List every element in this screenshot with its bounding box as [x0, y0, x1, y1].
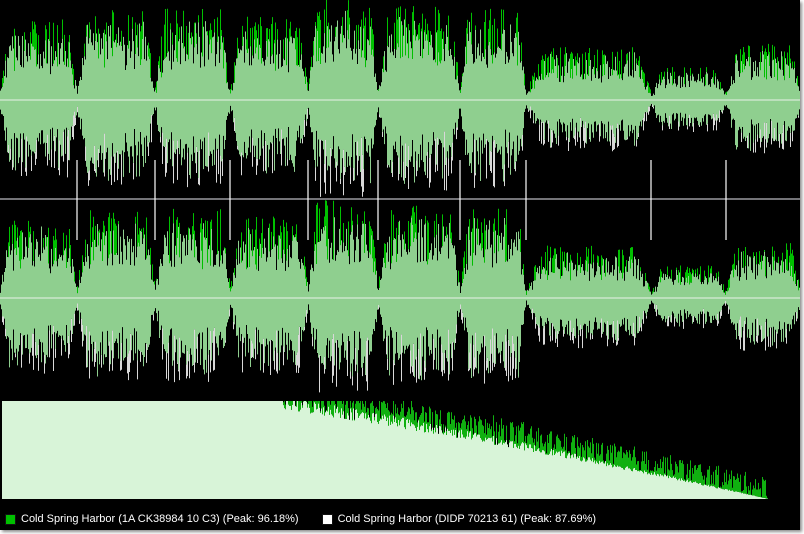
waveform-overlap — [0, 10, 800, 184]
legend: Cold Spring Harbor (1A CK38984 10 C3) (P… — [0, 510, 800, 528]
legend-item-b: Cold Spring Harbor (DIDP 70213 61) (Peak… — [321, 513, 597, 525]
spectrum-graph — [2, 401, 768, 499]
legend-item-a: Cold Spring Harbor (1A CK38984 10 C3) (P… — [5, 513, 299, 525]
legend-swatch-green — [5, 513, 16, 525]
waveform-comparison-view: Cold Spring Harbor (1A CK38984 10 C3) (P… — [0, 0, 800, 530]
waveform-overlap — [0, 217, 800, 381]
legend-swatch-white — [321, 513, 333, 525]
waveform-canvas — [0, 0, 800, 499]
channel-2-waveform — [0, 200, 800, 393]
channel-1-waveform — [0, 0, 800, 197]
legend-label-a: Cold Spring Harbor (1A CK38984 10 C3) (P… — [21, 513, 299, 525]
spectrum-b — [2, 401, 768, 499]
legend-label-b: Cold Spring Harbor (DIDP 70213 61) (Peak… — [337, 513, 597, 525]
